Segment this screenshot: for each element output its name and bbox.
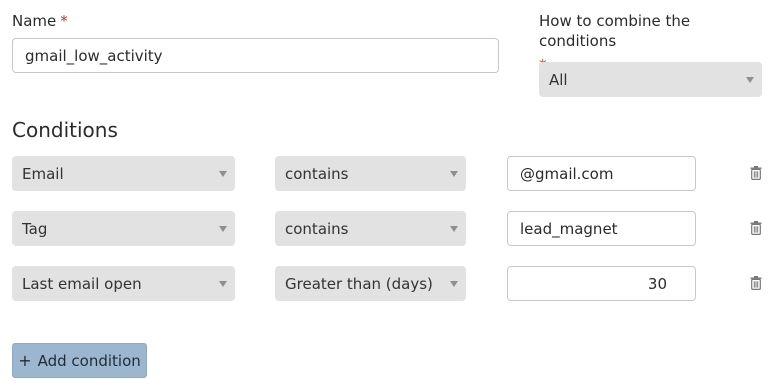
condition-field-value: Email — [22, 164, 64, 183]
condition-operator-value: Greater than (days) — [285, 274, 433, 293]
condition-field-select[interactable]: Last email open — [12, 266, 235, 301]
trash-icon[interactable] — [749, 275, 763, 291]
condition-value-input[interactable]: 30 — [507, 266, 696, 301]
condition-value-input[interactable]: lead_magnet — [507, 211, 696, 246]
chevron-down-icon — [219, 170, 227, 177]
chevron-down-icon — [746, 76, 754, 83]
condition-operator-value: contains — [285, 164, 349, 183]
combine-label-text: How to combine the conditions — [539, 12, 691, 50]
condition-field-value: Last email open — [22, 274, 142, 293]
conditions-heading: Conditions — [12, 118, 118, 142]
combine-select[interactable]: All — [539, 62, 762, 97]
chevron-down-icon — [219, 280, 227, 287]
condition-value-text: lead_magnet — [520, 219, 618, 238]
add-condition-button[interactable]: + Add condition — [12, 343, 147, 378]
condition-operator-select[interactable]: contains — [275, 156, 466, 191]
name-label: Name * — [12, 11, 68, 31]
condition-value-text: 30 — [647, 274, 667, 293]
condition-value-input[interactable]: @gmail.com — [507, 156, 696, 191]
plus-icon: + — [18, 351, 32, 370]
condition-field-select[interactable]: Email — [12, 156, 235, 191]
chevron-down-icon — [450, 225, 458, 232]
name-input-value: gmail_low_activity — [25, 46, 163, 65]
condition-operator-select[interactable]: contains — [275, 211, 466, 246]
trash-icon[interactable] — [749, 165, 763, 181]
condition-operator-value: contains — [285, 219, 349, 238]
chevron-down-icon — [450, 170, 458, 177]
chevron-down-icon — [450, 280, 458, 287]
name-label-text: Name — [12, 12, 57, 30]
condition-operator-select[interactable]: Greater than (days) — [275, 266, 466, 301]
condition-field-select[interactable]: Tag — [12, 211, 235, 246]
name-input[interactable]: gmail_low_activity — [12, 38, 499, 73]
add-condition-label: Add condition — [37, 351, 141, 370]
chevron-down-icon — [219, 225, 227, 232]
condition-value-text: @gmail.com — [520, 164, 614, 183]
trash-icon[interactable] — [749, 220, 763, 236]
condition-field-value: Tag — [22, 219, 48, 238]
required-marker: * — [60, 12, 68, 30]
combine-select-value: All — [549, 70, 568, 89]
